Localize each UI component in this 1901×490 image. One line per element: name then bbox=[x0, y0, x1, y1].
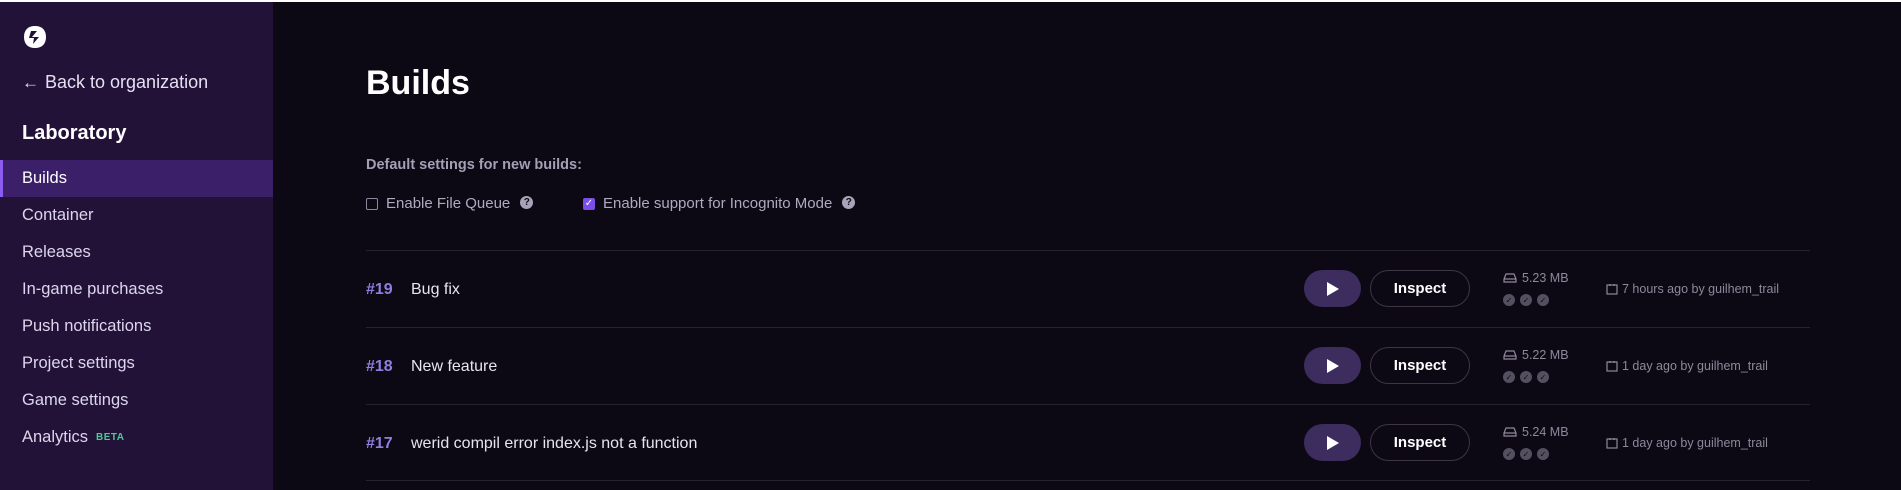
sidebar-item-in-game-purchases[interactable]: In-game purchases bbox=[0, 271, 273, 308]
status-checks: ✓ ✓ ✓ bbox=[1503, 448, 1549, 460]
sidebar-item-builds[interactable]: Builds bbox=[0, 160, 273, 197]
option-label: Enable File Queue bbox=[386, 195, 511, 212]
play-button[interactable] bbox=[1304, 424, 1361, 461]
build-meta: 1 day ago by guilhem_trail bbox=[1606, 359, 1768, 373]
drive-icon bbox=[1503, 273, 1517, 283]
window-top-border bbox=[0, 0, 1901, 2]
sidebar-item-label: Project settings bbox=[22, 354, 135, 372]
build-meta: 7 hours ago by guilhem_trail bbox=[1606, 282, 1779, 296]
calendar-icon bbox=[1606, 284, 1618, 295]
check-circle-icon: ✓ bbox=[1537, 448, 1549, 460]
default-settings-label: Default settings for new builds: bbox=[366, 157, 582, 173]
check-circle-icon: ✓ bbox=[1520, 371, 1532, 383]
build-number[interactable]: #17 bbox=[366, 435, 393, 453]
drive-icon bbox=[1503, 427, 1517, 437]
beta-badge: BETA bbox=[96, 432, 125, 443]
check-circle-icon: ✓ bbox=[1520, 448, 1532, 460]
project-name: Laboratory bbox=[22, 122, 127, 144]
inspect-button[interactable]: Inspect bbox=[1370, 347, 1470, 384]
builds-list: #19 Bug fix Inspect 5.23 MB ✓ ✓ ✓ 7 hour… bbox=[366, 250, 1810, 481]
build-number[interactable]: #19 bbox=[366, 281, 393, 299]
build-size: 5.22 MB bbox=[1503, 348, 1569, 362]
size-value: 5.23 MB bbox=[1522, 271, 1569, 285]
sidebar-item-push-notifications[interactable]: Push notifications bbox=[0, 308, 273, 345]
build-row[interactable]: #19 Bug fix Inspect 5.23 MB ✓ ✓ ✓ 7 hour… bbox=[366, 250, 1810, 327]
drive-icon bbox=[1503, 350, 1517, 360]
status-checks: ✓ ✓ ✓ bbox=[1503, 294, 1549, 306]
play-button[interactable] bbox=[1304, 270, 1361, 307]
sidebar-item-label: Releases bbox=[22, 243, 91, 261]
back-to-organization-link[interactable]: ← Back to organization bbox=[22, 72, 208, 93]
check-circle-icon: ✓ bbox=[1520, 294, 1532, 306]
play-icon bbox=[1326, 435, 1339, 450]
build-name: werid compil error index.js not a functi… bbox=[411, 435, 698, 452]
logo-icon[interactable] bbox=[22, 24, 48, 50]
arrow-left-icon: ← bbox=[22, 72, 39, 92]
calendar-icon bbox=[1606, 438, 1618, 449]
status-checks: ✓ ✓ ✓ bbox=[1503, 371, 1549, 383]
page-title: Builds bbox=[366, 64, 470, 102]
option-file-queue: Enable File Queue ? bbox=[366, 195, 534, 212]
size-value: 5.24 MB bbox=[1522, 425, 1569, 439]
inspect-button[interactable]: Inspect bbox=[1370, 270, 1470, 307]
build-size: 5.23 MB bbox=[1503, 271, 1569, 285]
build-row[interactable]: #17 werid compil error index.js not a fu… bbox=[366, 404, 1810, 481]
size-value: 5.22 MB bbox=[1522, 348, 1569, 362]
check-circle-icon: ✓ bbox=[1537, 371, 1549, 383]
build-number[interactable]: #18 bbox=[366, 358, 393, 376]
check-circle-icon: ✓ bbox=[1537, 294, 1549, 306]
check-circle-icon: ✓ bbox=[1503, 371, 1515, 383]
sidebar-nav: Builds Container Releases In-game purcha… bbox=[0, 160, 273, 456]
sidebar-item-label: Container bbox=[22, 206, 94, 224]
sidebar-item-project-settings[interactable]: Project settings bbox=[0, 345, 273, 382]
sidebar-item-label: Game settings bbox=[22, 391, 129, 409]
sidebar-item-label: Push notifications bbox=[22, 317, 152, 335]
meta-text: 1 day ago by guilhem_trail bbox=[1622, 436, 1768, 450]
back-label: Back to organization bbox=[45, 72, 209, 92]
sidebar-item-game-settings[interactable]: Game settings bbox=[0, 382, 273, 419]
sidebar-item-container[interactable]: Container bbox=[0, 197, 273, 234]
play-icon bbox=[1326, 358, 1339, 373]
sidebar-item-label: In-game purchases bbox=[22, 280, 164, 298]
help-icon[interactable]: ? bbox=[520, 195, 534, 209]
play-icon bbox=[1326, 281, 1339, 296]
option-incognito-mode: ✓ Enable support for Incognito Mode ? bbox=[583, 195, 856, 212]
play-button[interactable] bbox=[1304, 347, 1361, 384]
sidebar: ← Back to organization Laboratory Builds… bbox=[0, 2, 273, 490]
meta-text: 1 day ago by guilhem_trail bbox=[1622, 359, 1768, 373]
sidebar-item-releases[interactable]: Releases bbox=[0, 234, 273, 271]
check-circle-icon: ✓ bbox=[1503, 448, 1515, 460]
build-row[interactable]: #18 New feature Inspect 5.22 MB ✓ ✓ ✓ 1 … bbox=[366, 327, 1810, 404]
build-name: New feature bbox=[411, 358, 498, 375]
sidebar-item-analytics[interactable]: Analytics BETA bbox=[0, 419, 273, 456]
option-label: Enable support for Incognito Mode bbox=[603, 195, 833, 212]
sidebar-item-label: Builds bbox=[22, 169, 67, 187]
inspect-button[interactable]: Inspect bbox=[1370, 424, 1470, 461]
incognito-mode-checkbox[interactable]: ✓ bbox=[583, 197, 595, 210]
file-queue-checkbox[interactable] bbox=[366, 197, 378, 210]
build-size: 5.24 MB bbox=[1503, 425, 1569, 439]
calendar-icon bbox=[1606, 361, 1618, 372]
help-icon[interactable]: ? bbox=[842, 195, 856, 209]
check-circle-icon: ✓ bbox=[1503, 294, 1515, 306]
sidebar-item-label: Analytics bbox=[22, 428, 89, 446]
meta-text: 7 hours ago by guilhem_trail bbox=[1622, 282, 1780, 296]
build-meta: 1 day ago by guilhem_trail bbox=[1606, 436, 1768, 450]
build-name: Bug fix bbox=[411, 281, 460, 298]
